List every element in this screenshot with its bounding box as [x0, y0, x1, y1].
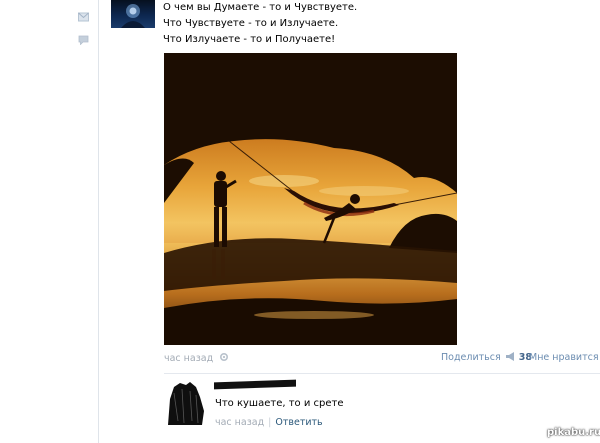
mail-icon[interactable]	[78, 12, 89, 22]
megaphone-icon	[505, 352, 514, 361]
settings-icon[interactable]	[219, 352, 229, 362]
meta-separator: |	[268, 417, 272, 428]
like-button[interactable]: Мне нравится	[529, 352, 600, 363]
watermark: pikabu.ru	[547, 427, 600, 438]
comment-author-avatar[interactable]	[164, 381, 206, 425]
like-label: Мне нравится	[529, 352, 599, 363]
post-text-line: Что Излучаете - то и Получаете!	[163, 34, 336, 45]
post-text-line: Что Чувствуете - то и Излучаете.	[163, 18, 339, 29]
share-button[interactable]: Поделиться 38	[441, 352, 532, 363]
post-divider	[164, 373, 600, 374]
reply-link[interactable]: Ответить	[275, 417, 322, 428]
comment-icon[interactable]	[78, 35, 89, 45]
post-photo[interactable]	[164, 53, 457, 345]
comment-author-name-redacted	[214, 379, 296, 390]
comment-time[interactable]: час назад	[215, 417, 264, 428]
post-meta: час назад	[164, 352, 229, 364]
left-sidebar	[0, 0, 98, 443]
post-text: О чем вы Думаете - то и Чувствуете. Что …	[163, 0, 563, 48]
comment-meta: час назад | Ответить	[215, 417, 323, 428]
post-time[interactable]: час назад	[164, 353, 213, 364]
post-text-line: О чем вы Думаете - то и Чувствуете.	[163, 2, 358, 13]
comment-text: Что кушаете, то и срете	[215, 398, 344, 409]
post-author-avatar[interactable]	[111, 0, 155, 28]
sidebar-divider	[98, 0, 99, 443]
page: О чем вы Думаете - то и Чувствуете. Что …	[0, 0, 600, 443]
share-label: Поделиться	[441, 352, 501, 363]
